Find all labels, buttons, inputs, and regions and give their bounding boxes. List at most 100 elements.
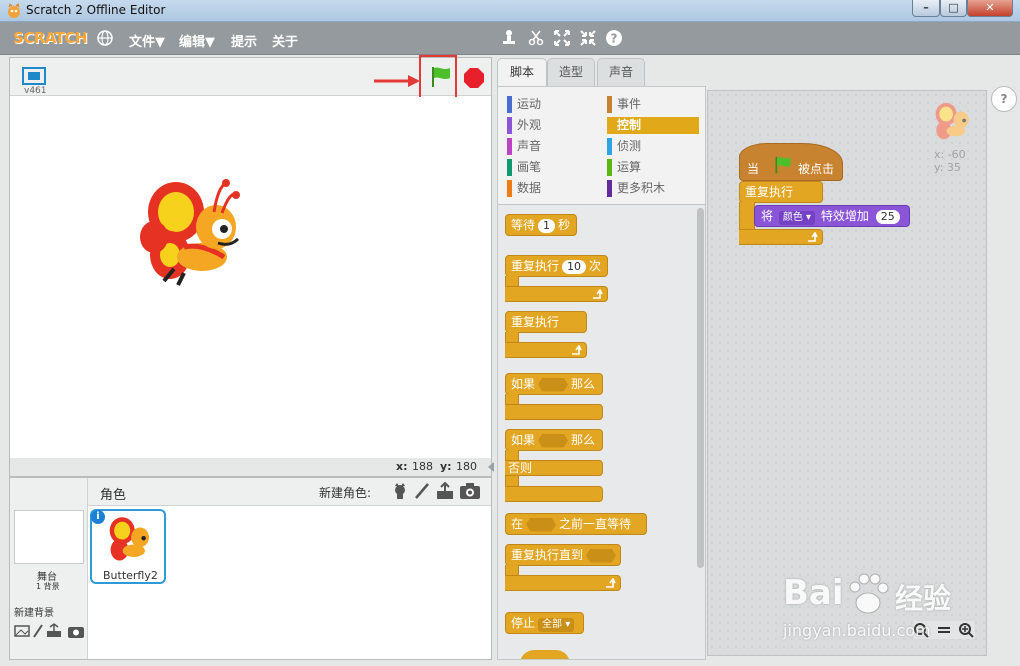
category-operators[interactable]: 运算 — [607, 159, 699, 176]
coord-y-label: y: — [440, 460, 452, 473]
menu-edit[interactable]: 编辑▼ — [179, 31, 215, 50]
camera-icon[interactable] — [459, 482, 481, 500]
scratch-logo[interactable]: SCRATCH — [13, 29, 88, 47]
block-else-arm: 否则 — [505, 460, 603, 476]
category-more-blocks[interactable]: 更多积木 — [607, 180, 699, 197]
paint-brush-icon[interactable] — [413, 482, 431, 500]
help-icon[interactable]: ? — [605, 29, 623, 47]
category-color-swatch — [607, 180, 612, 197]
block-text: 如果 — [511, 377, 536, 391]
watermark-url: jingyan.baidu.com — [783, 621, 931, 640]
menu-file[interactable]: 文件▼ — [129, 31, 165, 50]
category-control[interactable]: 控制 — [607, 117, 699, 134]
help-button[interactable]: ? — [991, 86, 1017, 112]
boolean-slot[interactable] — [526, 517, 557, 532]
coord-x-value: 188 — [412, 460, 433, 473]
svg-text:?: ? — [611, 32, 618, 46]
presentation-mode-icon[interactable] — [22, 67, 46, 85]
menu-tips[interactable]: 提示 — [231, 31, 257, 50]
palette-scrollbar[interactable] — [697, 208, 704, 568]
block-if-else[interactable]: 如果 那么 — [505, 429, 603, 451]
category-motion[interactable]: 运动 — [507, 96, 599, 113]
stage-header: v461 — [10, 55, 491, 100]
annotation-arrow — [374, 75, 420, 87]
block-forever[interactable]: 重复执行 — [505, 311, 587, 333]
category-color-swatch — [607, 117, 612, 134]
block-wait-until[interactable]: 在 之前一直等待 — [505, 513, 647, 535]
category-sensing[interactable]: 侦测 — [607, 138, 699, 155]
tab-sounds[interactable]: 声音 — [597, 58, 645, 86]
current-sprite-icon — [935, 102, 969, 140]
boolean-slot[interactable] — [586, 548, 617, 563]
scripts-area[interactable]: x: -60 y: 35 当 被点击 重复执行 将 颜色 ▾ 特效增加 25 — [707, 90, 987, 656]
minimize-button[interactable]: – — [912, 0, 940, 17]
sprites-title: 角色 — [100, 488, 127, 503]
boolean-slot[interactable] — [538, 433, 569, 448]
collapse-arrow-icon[interactable] — [487, 461, 495, 473]
effect-dropdown[interactable]: 颜色 ▾ — [778, 211, 816, 225]
stop-dropdown[interactable]: 全部 ▾ — [538, 618, 575, 632]
script-forever-block[interactable]: 重复执行 — [739, 181, 823, 203]
script-stack[interactable]: 当 被点击 — [739, 143, 843, 181]
category-color-swatch — [507, 96, 512, 113]
category-data[interactable]: 数据 — [507, 180, 599, 197]
category-sound[interactable]: 声音 — [507, 138, 599, 155]
tab-costumes[interactable]: 造型 — [547, 58, 595, 86]
effect-number-input[interactable]: 25 — [875, 210, 900, 224]
scratch-window: Scratch 2 Offline Editor – □ ✕ SCRATCH 文… — [0, 0, 1020, 666]
duplicate-stamp-icon[interactable] — [500, 29, 518, 47]
boolean-slot[interactable] — [538, 377, 569, 392]
hat-block-when-flag-clicked[interactable]: 当 被点击 — [739, 143, 843, 181]
tab-scripts[interactable]: 脚本 — [497, 58, 547, 87]
maximize-button[interactable]: □ — [940, 0, 967, 17]
block-number-input[interactable]: 10 — [562, 260, 587, 274]
menu-about[interactable]: 关于 — [272, 31, 298, 50]
block-text: 重复执行 — [511, 259, 560, 273]
grow-icon[interactable] — [553, 29, 571, 47]
block-hat-partial[interactable] — [520, 650, 570, 659]
stage-thumbnail[interactable] — [14, 510, 84, 564]
delete-scissors-icon[interactable] — [527, 29, 545, 47]
block-if-then[interactable]: 如果 那么 — [505, 373, 603, 395]
block-wait[interactable]: 等待 1 秒 — [505, 214, 577, 236]
category-label: 声音 — [517, 139, 542, 153]
category-color-swatch — [507, 138, 512, 155]
title-bar: Scratch 2 Offline Editor – □ ✕ — [0, 0, 1020, 22]
green-flag-icon[interactable] — [429, 65, 453, 89]
category-looks[interactable]: 外观 — [507, 117, 599, 134]
category-color-swatch — [507, 159, 512, 176]
block-stop[interactable]: 停止 全部 ▾ — [505, 612, 584, 634]
block-number-input[interactable]: 1 — [538, 219, 556, 233]
shrink-icon[interactable] — [579, 29, 597, 47]
loop-arrow-icon — [572, 345, 582, 355]
block-repeat-until[interactable]: 重复执行直到 — [505, 544, 621, 566]
category-label: 更多积木 — [617, 181, 666, 195]
globe-icon[interactable] — [96, 29, 114, 47]
sprite-thumbnail-butterfly2[interactable]: i Butterfly2 — [90, 509, 166, 584]
block-repeat[interactable]: 重复执行 10 次 — [505, 255, 608, 277]
close-button[interactable]: ✕ — [967, 0, 1013, 17]
new-backdrop-icons[interactable] — [14, 623, 86, 639]
butterfly-sprite-image[interactable] — [134, 177, 244, 289]
sprite-library-icon[interactable] — [391, 482, 409, 500]
category-color-swatch — [607, 159, 612, 176]
stage-canvas[interactable] — [10, 97, 491, 457]
stage-panel: v461 x: 188 y: 180 — [9, 55, 495, 477]
block-text: 重复执行 — [511, 315, 560, 329]
effect-text-pre: 将 — [761, 209, 774, 223]
category-list: 运动 事件 外观 控制 声音 侦测 画笔 运算 数据 更多积木 — [498, 87, 705, 205]
sprite-y-readout: y: 35 — [934, 161, 961, 174]
stop-sign-icon[interactable] — [463, 67, 485, 89]
block-c-side — [739, 202, 755, 232]
block-c-bottom — [505, 575, 621, 591]
category-color-swatch — [607, 138, 612, 155]
upload-icon[interactable] — [435, 482, 455, 500]
loop-arrow-icon — [606, 578, 616, 588]
category-pen[interactable]: 画笔 — [507, 159, 599, 176]
change-effect-block[interactable]: 将 颜色 ▾ 特效增加 25 — [754, 205, 910, 227]
watermark-brand: Bai — [783, 573, 844, 613]
category-events[interactable]: 事件 — [607, 96, 699, 113]
butterfly-thumbnail-image — [109, 517, 149, 561]
baidu-watermark: Bai 经验 jingyan.baidu.com — [783, 573, 983, 643]
category-label: 事件 — [617, 97, 642, 111]
